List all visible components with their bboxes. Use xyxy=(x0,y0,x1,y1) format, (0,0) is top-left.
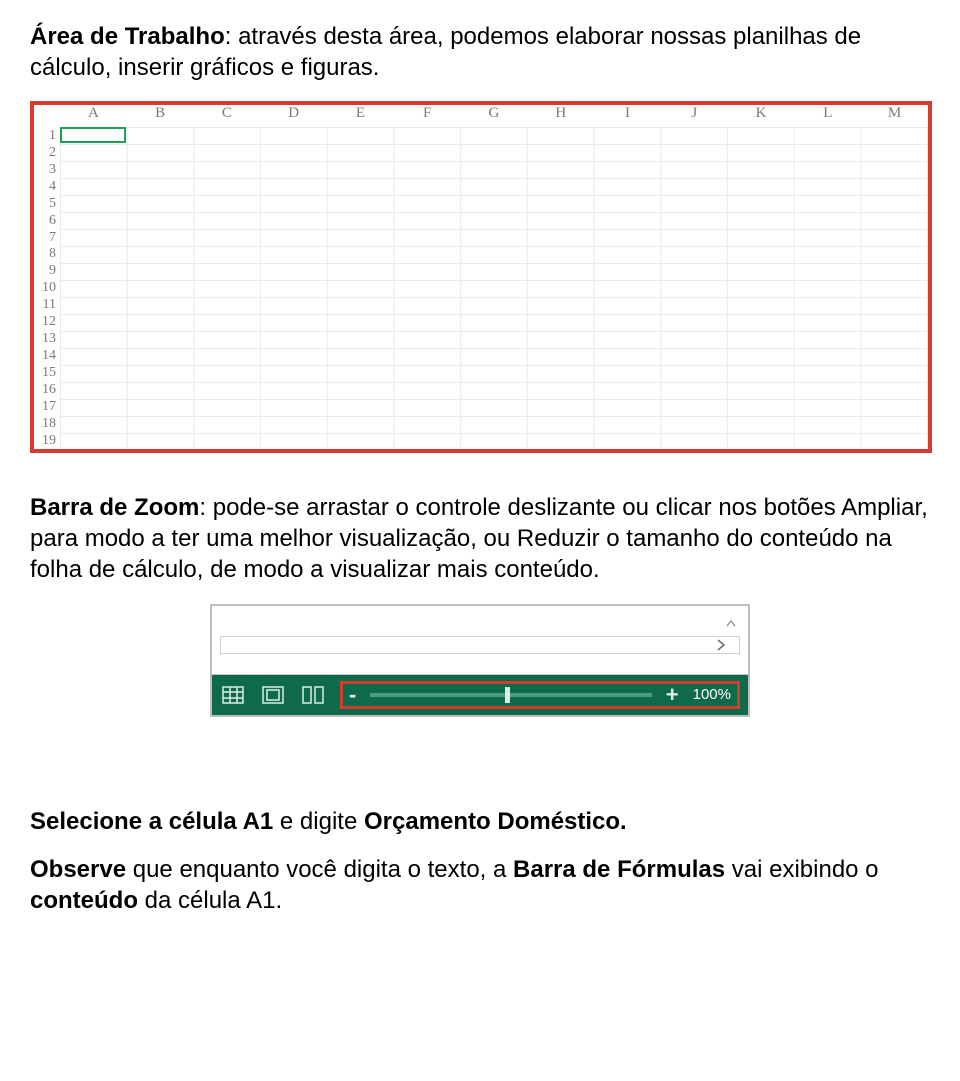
horizontal-scrollbar xyxy=(220,636,740,654)
col-header: H xyxy=(527,105,594,127)
column-headers-row: A B C D E F G H I J K L M xyxy=(34,105,928,127)
cells-grid xyxy=(60,127,928,449)
row-header: 4 xyxy=(34,179,56,195)
row-header: 8 xyxy=(34,246,56,262)
col-header: C xyxy=(194,105,261,127)
spreadsheet-frame: A B C D E F G H I J K L M 1 2 3 4 xyxy=(30,101,932,453)
paragraph-selecione: Selecione a célula A1 e digite Orçamento… xyxy=(30,807,930,838)
col-header: L xyxy=(794,105,861,127)
col-header: E xyxy=(327,105,394,127)
col-header: B xyxy=(127,105,194,127)
col-header: D xyxy=(260,105,327,127)
observe-barra: Barra de Fórmulas xyxy=(513,856,725,883)
spreadsheet-screenshot: A B C D E F G H I J K L M 1 2 3 4 xyxy=(30,101,930,453)
col-header: F xyxy=(394,105,461,127)
row-header: 3 xyxy=(34,162,56,178)
row-header: 12 xyxy=(34,314,56,330)
status-bar: - + 100% xyxy=(212,675,748,715)
row-header: 6 xyxy=(34,213,56,229)
observe-word: Observe xyxy=(30,856,126,883)
row-header: 1 xyxy=(34,128,56,144)
selecione-a1: A1 xyxy=(243,808,274,835)
normal-view-icon xyxy=(220,684,246,706)
selecione-pre: Selecione a célula xyxy=(30,808,243,835)
row-header: 2 xyxy=(34,145,56,161)
row-header: 19 xyxy=(34,433,56,449)
zoombar-upper xyxy=(212,606,748,675)
row-header: 11 xyxy=(34,297,56,313)
page-layout-view-icon xyxy=(260,684,286,706)
row-headers-col: 1 2 3 4 5 6 7 8 9 10 11 12 13 14 15 16 1 xyxy=(34,127,60,449)
row-header: 18 xyxy=(34,416,56,432)
corner-spacer xyxy=(34,105,60,127)
area-trabalho-sep: : xyxy=(225,23,238,50)
row-header: 5 xyxy=(34,196,56,212)
observe-mid1: que enquanto você digita o texto, a xyxy=(126,856,513,883)
zoom-slider[interactable] xyxy=(370,693,651,697)
col-header: J xyxy=(661,105,728,127)
row-header: 7 xyxy=(34,230,56,246)
row-header: 17 xyxy=(34,399,56,415)
selected-cell-a1 xyxy=(60,127,126,143)
scroll-up-icon xyxy=(726,616,736,626)
selecione-mid: e digite xyxy=(273,808,364,835)
row-header: 14 xyxy=(34,348,56,364)
scroll-right-icon xyxy=(716,638,726,656)
col-header: M xyxy=(861,105,928,127)
zoom-in-button[interactable]: + xyxy=(666,684,679,706)
zoombar-screenshot: - + 100% xyxy=(210,604,750,717)
zoom-control: - + 100% xyxy=(340,681,740,709)
zoom-percent-label: 100% xyxy=(693,686,731,703)
area-trabalho-title: Área de Trabalho xyxy=(30,23,225,50)
barra-zoom-sep: : xyxy=(199,494,212,521)
paragraph-area-trabalho: Área de Trabalho: através desta área, po… xyxy=(30,22,930,83)
col-header: G xyxy=(461,105,528,127)
row-header: 13 xyxy=(34,331,56,347)
col-header: A xyxy=(60,105,127,127)
barra-zoom-title: Barra de Zoom xyxy=(30,494,199,521)
col-header: I xyxy=(594,105,661,127)
col-header: K xyxy=(728,105,795,127)
row-header: 15 xyxy=(34,365,56,381)
grid-body: 1 2 3 4 5 6 7 8 9 10 11 12 13 14 15 16 1 xyxy=(34,127,928,449)
zoom-out-button[interactable]: - xyxy=(349,684,356,706)
paragraph-barra-zoom: Barra de Zoom: pode-se arrastar o contro… xyxy=(30,493,930,585)
row-header: 9 xyxy=(34,263,56,279)
row-header: 16 xyxy=(34,382,56,398)
observe-tail: da célula A1. xyxy=(138,887,282,914)
observe-mid2: vai exibindo o xyxy=(725,856,878,883)
row-header: 10 xyxy=(34,280,56,296)
paragraph-observe: Observe que enquanto você digita o texto… xyxy=(30,855,930,916)
observe-conteudo: conteúdo xyxy=(30,887,138,914)
selecione-orcamento: Orçamento Doméstico. xyxy=(364,808,627,835)
page-break-view-icon xyxy=(300,684,326,706)
